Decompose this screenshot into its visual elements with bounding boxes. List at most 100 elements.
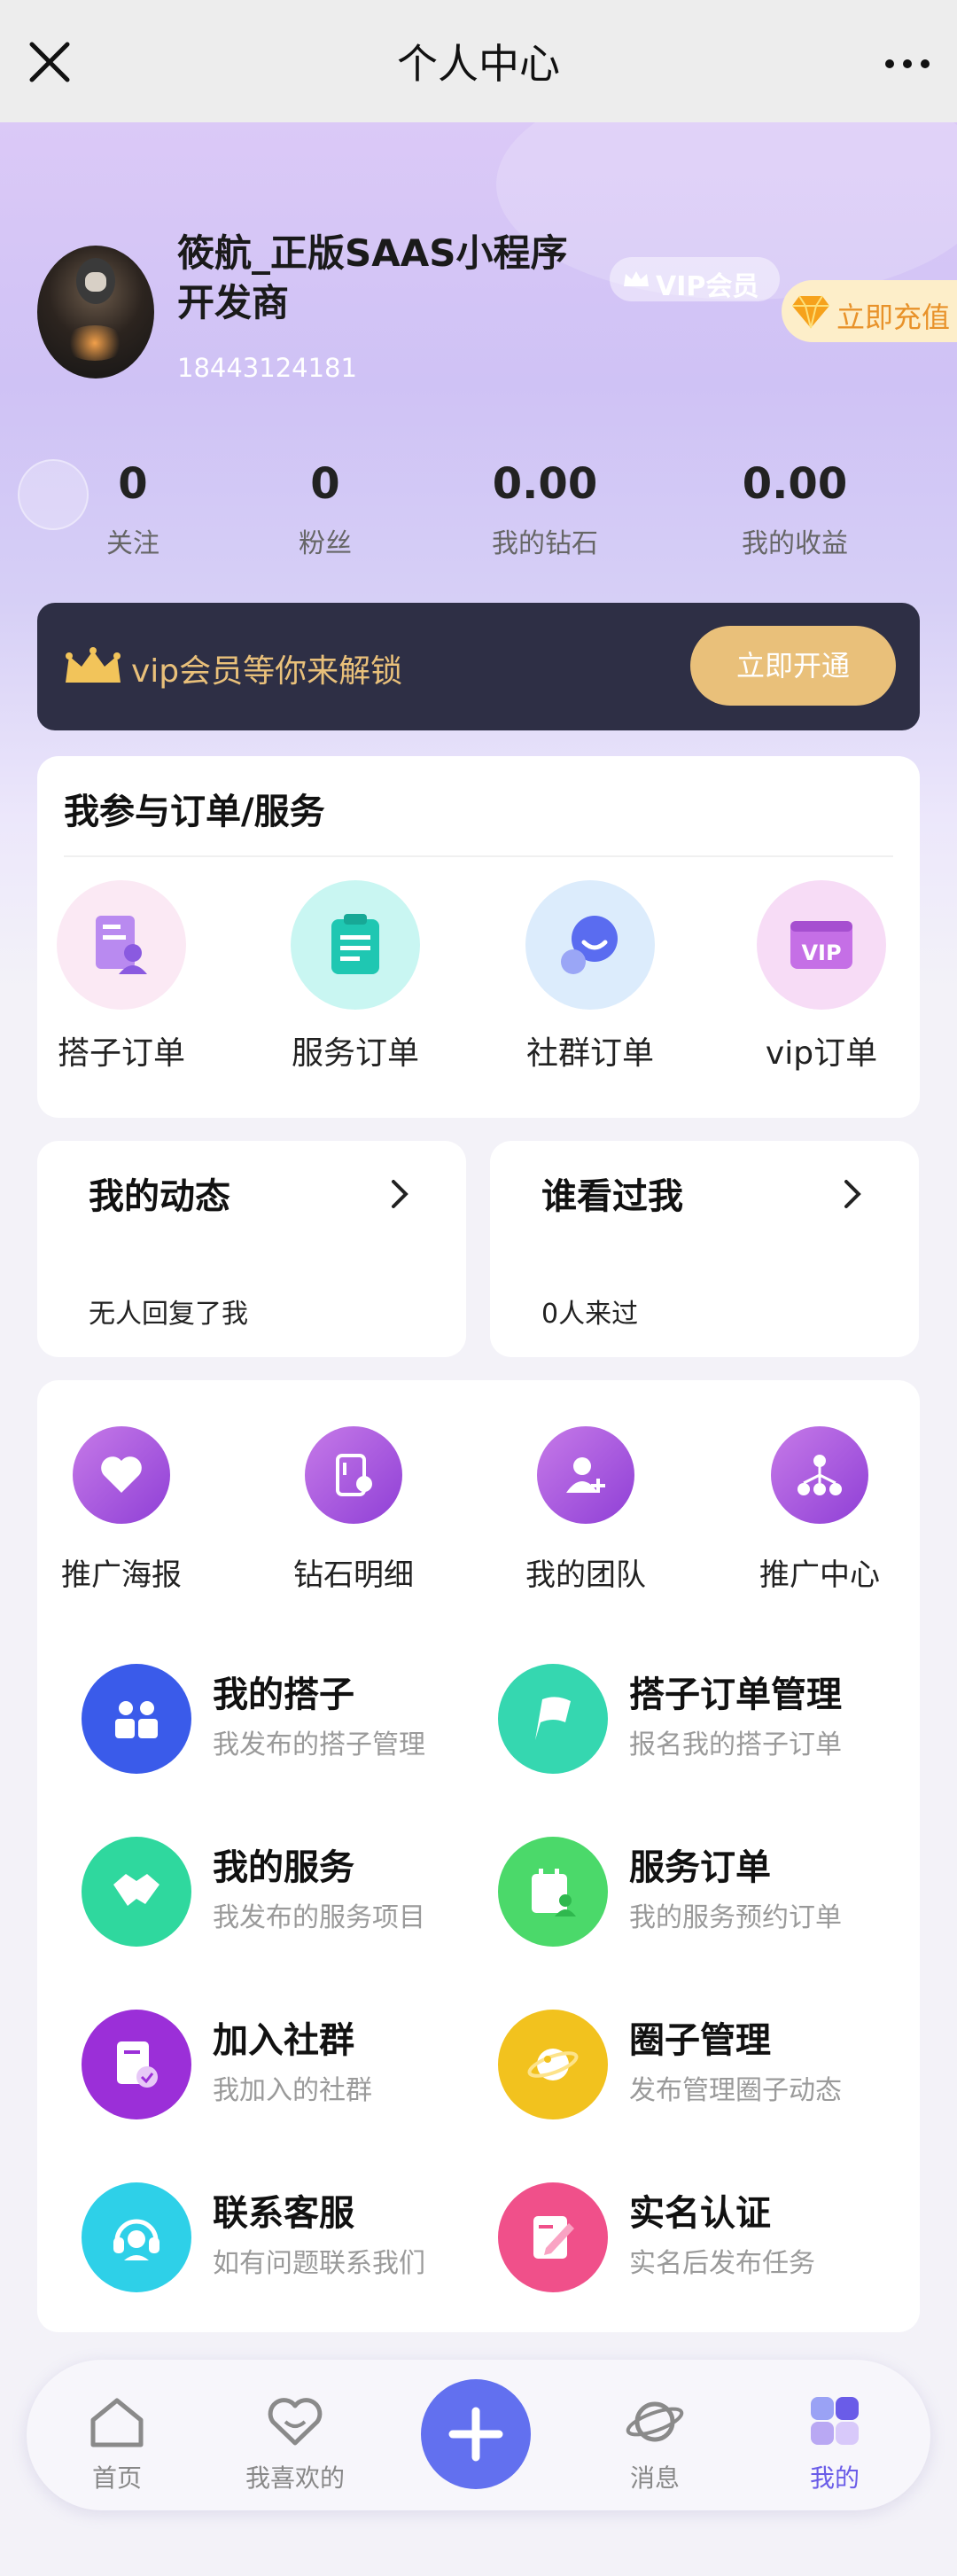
recharge-label: 立即充值	[836, 301, 951, 334]
tab-bar: 首页 我喜欢的 消息 我的	[27, 2360, 930, 2510]
order-label: 搭子订单	[57, 1035, 185, 1072]
activity-subtitle: 0人来过	[541, 1299, 639, 1330]
feature-title: 实名认证	[629, 2193, 771, 2234]
edit-document-icon	[498, 2182, 608, 2292]
activity-title: 谁看过我	[541, 1176, 683, 1217]
divider	[64, 855, 893, 857]
vip-banner: vip会员等你来解锁 立即开通	[37, 603, 920, 730]
diamond-icon	[792, 295, 829, 329]
chevron-right-icon	[392, 1180, 408, 1208]
order-label: 服务订单	[291, 1035, 419, 1072]
feature-realname-auth[interactable]: 实名认证 实名后发布任务	[498, 2182, 906, 2315]
tool-label: 推广中心	[759, 1557, 880, 1593]
vip-badge: VIP会员	[610, 257, 780, 302]
stat-diamonds[interactable]: 0.00 我的钻石	[447, 459, 642, 560]
tab-label: 我喜欢的	[245, 2463, 345, 2493]
add-user-icon	[537, 1426, 634, 1524]
flag-icon	[498, 1664, 608, 1774]
calendar-user-icon	[498, 1837, 608, 1947]
tab-label: 我的	[809, 2463, 860, 2493]
tool-promo-center[interactable]: 推广中心	[735, 1426, 904, 1594]
headset-icon	[82, 2182, 191, 2292]
stat-label: 关注	[106, 528, 160, 559]
feature-circle-manage[interactable]: 圈子管理 发布管理圈子动态	[498, 2010, 906, 2143]
order-label: vip订单	[765, 1035, 878, 1072]
people-icon	[82, 1664, 191, 1774]
vip-badge-label: VIP会员	[656, 271, 759, 302]
vip-open-button[interactable]: 立即开通	[690, 626, 896, 706]
tab-home[interactable]: 首页	[55, 2393, 179, 2494]
stat-value: 0	[118, 459, 148, 509]
document-check-icon	[82, 2010, 191, 2119]
feature-title: 我的服务	[213, 1847, 354, 1888]
order-item-partner[interactable]: 搭子订单	[37, 880, 206, 1073]
feature-my-partners[interactable]: 我的搭子 我发布的搭子管理	[82, 1664, 489, 1797]
feature-join-community[interactable]: 加入社群 我加入的社群	[82, 2010, 489, 2143]
feature-service-orders[interactable]: 服务订单 我的服务预约订单	[498, 1837, 906, 1970]
planet-outline-icon	[626, 2401, 684, 2442]
stat-label: 粉丝	[299, 528, 352, 559]
create-post-button[interactable]	[421, 2379, 531, 2489]
tool-label: 钻石明细	[293, 1557, 414, 1593]
order-item-vip[interactable]: VIP vip订单	[737, 880, 906, 1073]
svg-text:VIP: VIP	[801, 941, 841, 965]
order-item-service[interactable]: 服务订单	[271, 880, 440, 1073]
clipboard-icon	[291, 880, 420, 1010]
feature-my-services[interactable]: 我的服务 我发布的服务项目	[82, 1837, 489, 1970]
stat-label: 我的钻石	[492, 528, 598, 559]
tab-mine[interactable]: 我的	[773, 2393, 897, 2494]
stat-value: 0	[310, 459, 340, 509]
tool-diamond-detail[interactable]: 钻石明细	[269, 1426, 438, 1594]
heart-outline-icon	[268, 2398, 323, 2446]
feature-subtitle: 发布管理圈子动态	[629, 2075, 842, 2106]
profile-icon	[811, 2397, 859, 2445]
feature-title: 服务订单	[629, 1847, 771, 1888]
stat-value: 0.00	[492, 459, 598, 509]
visitors-card[interactable]: 谁看过我 0人来过	[490, 1141, 919, 1357]
stat-fans[interactable]: 0 粉丝	[228, 459, 423, 560]
heart-icon	[73, 1426, 170, 1524]
plus-icon	[448, 2407, 503, 2462]
page-title: 个人中心	[397, 40, 560, 88]
crown-icon	[66, 647, 121, 683]
feature-customer-service[interactable]: 联系客服 如有问题联系我们	[82, 2182, 489, 2315]
tab-label: 消息	[629, 2463, 680, 2493]
stat-value: 0.00	[742, 459, 848, 509]
order-label: 社群订单	[525, 1035, 654, 1072]
tab-label: 首页	[91, 2463, 142, 2493]
feature-partner-order-manage[interactable]: 搭子订单管理 报名我的搭子订单	[498, 1664, 906, 1797]
tool-label: 我的团队	[525, 1557, 646, 1593]
chat-bubble-icon	[525, 880, 655, 1010]
tool-label: 推广海报	[61, 1557, 182, 1593]
feature-subtitle: 我的服务预约订单	[629, 1902, 842, 1933]
vip-banner-text: vip会员等你来解锁	[131, 653, 403, 690]
avatar[interactable]	[37, 246, 154, 379]
feature-subtitle: 我加入的社群	[213, 2075, 372, 2106]
tab-favorites[interactable]: 我喜欢的	[233, 2393, 357, 2494]
handshake-icon	[82, 1837, 191, 1947]
vip-card-icon: VIP	[757, 880, 886, 1010]
stat-label: 我的收益	[742, 528, 848, 559]
my-activity-card[interactable]: 我的动态 无人回复了我	[37, 1141, 466, 1357]
feature-title: 搭子订单管理	[629, 1674, 842, 1715]
more-icon[interactable]	[881, 39, 934, 89]
username: 筱航_正版SAAS小程序开发商	[177, 231, 568, 324]
recharge-button[interactable]: 立即充值	[782, 280, 957, 342]
orders-title: 我参与订单/服务	[64, 792, 325, 832]
tab-messages[interactable]: 消息	[593, 2393, 717, 2494]
navbar: 个人中心	[0, 0, 957, 122]
planet-icon	[498, 2010, 608, 2119]
tool-my-team[interactable]: 我的团队	[502, 1426, 670, 1594]
tool-promo-poster[interactable]: 推广海报	[37, 1426, 206, 1594]
phone-number: 18443124181	[177, 353, 357, 383]
feature-subtitle: 我发布的服务项目	[213, 1902, 425, 1933]
crown-icon	[624, 271, 649, 286]
stat-following[interactable]: 0 关注	[35, 459, 230, 560]
order-item-community[interactable]: 社群订单	[506, 880, 674, 1073]
feature-subtitle: 报名我的搭子订单	[629, 1729, 842, 1760]
network-icon	[771, 1426, 868, 1524]
feature-title: 圈子管理	[629, 2020, 771, 2061]
stat-earnings[interactable]: 0.00 我的收益	[697, 459, 892, 560]
feature-subtitle: 我发布的搭子管理	[213, 1729, 425, 1760]
home-icon	[90, 2398, 144, 2447]
